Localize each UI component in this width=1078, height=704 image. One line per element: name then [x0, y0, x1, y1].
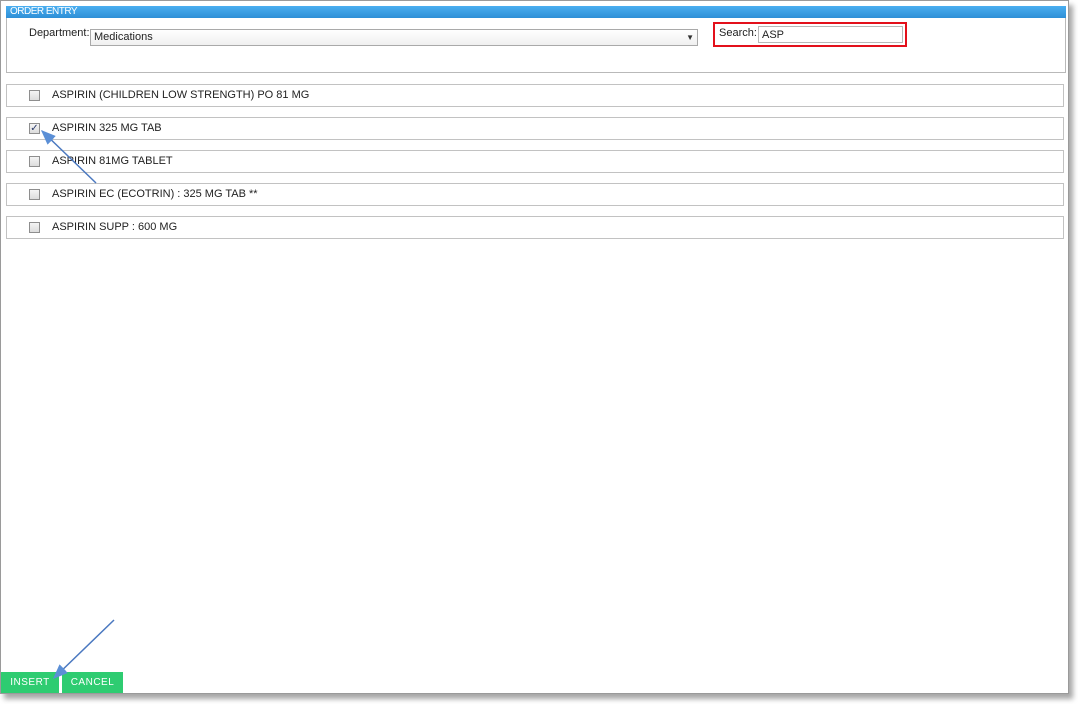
cancel-button[interactable]: CANCEL: [62, 672, 123, 693]
search-label: Search:: [719, 27, 757, 39]
window-title-bar: ORDER ENTRY: [6, 6, 1066, 18]
item-label: ASPIRIN 81MG TABLET: [52, 155, 173, 167]
search-input[interactable]: [758, 26, 903, 43]
window-title: ORDER ENTRY: [10, 6, 78, 17]
department-label: Department:: [29, 27, 90, 39]
item-checkbox[interactable]: ✓: [29, 123, 40, 134]
list-item[interactable]: ASPIRIN SUPP : 600 MG: [6, 216, 1064, 239]
item-checkbox[interactable]: [29, 189, 40, 200]
list-item[interactable]: ASPIRIN EC (ECOTRIN) : 325 MG TAB **: [6, 183, 1064, 206]
item-checkbox[interactable]: [29, 156, 40, 167]
item-checkbox[interactable]: [29, 222, 40, 233]
filter-panel: Department: Medications ▼ Search:: [6, 18, 1066, 73]
search-highlight-box: Search:: [713, 22, 907, 47]
item-label: ASPIRIN SUPP : 600 MG: [52, 221, 178, 233]
list-item[interactable]: ✓ ASPIRIN 325 MG TAB: [6, 117, 1064, 140]
list-item[interactable]: ASPIRIN 81MG TABLET: [6, 150, 1064, 173]
department-select[interactable]: Medications ▼: [90, 29, 698, 46]
item-label: ASPIRIN 325 MG TAB: [52, 122, 162, 134]
chevron-down-icon[interactable]: ▼: [686, 30, 694, 46]
item-label: ASPIRIN (CHILDREN LOW STRENGTH) PO 81 MG: [52, 89, 310, 101]
item-label: ASPIRIN EC (ECOTRIN) : 325 MG TAB **: [52, 188, 258, 200]
item-checkbox[interactable]: [29, 90, 40, 101]
insert-button[interactable]: INSERT: [1, 672, 59, 693]
department-value: Medications: [94, 31, 153, 43]
list-item[interactable]: ASPIRIN (CHILDREN LOW STRENGTH) PO 81 MG: [6, 84, 1064, 107]
